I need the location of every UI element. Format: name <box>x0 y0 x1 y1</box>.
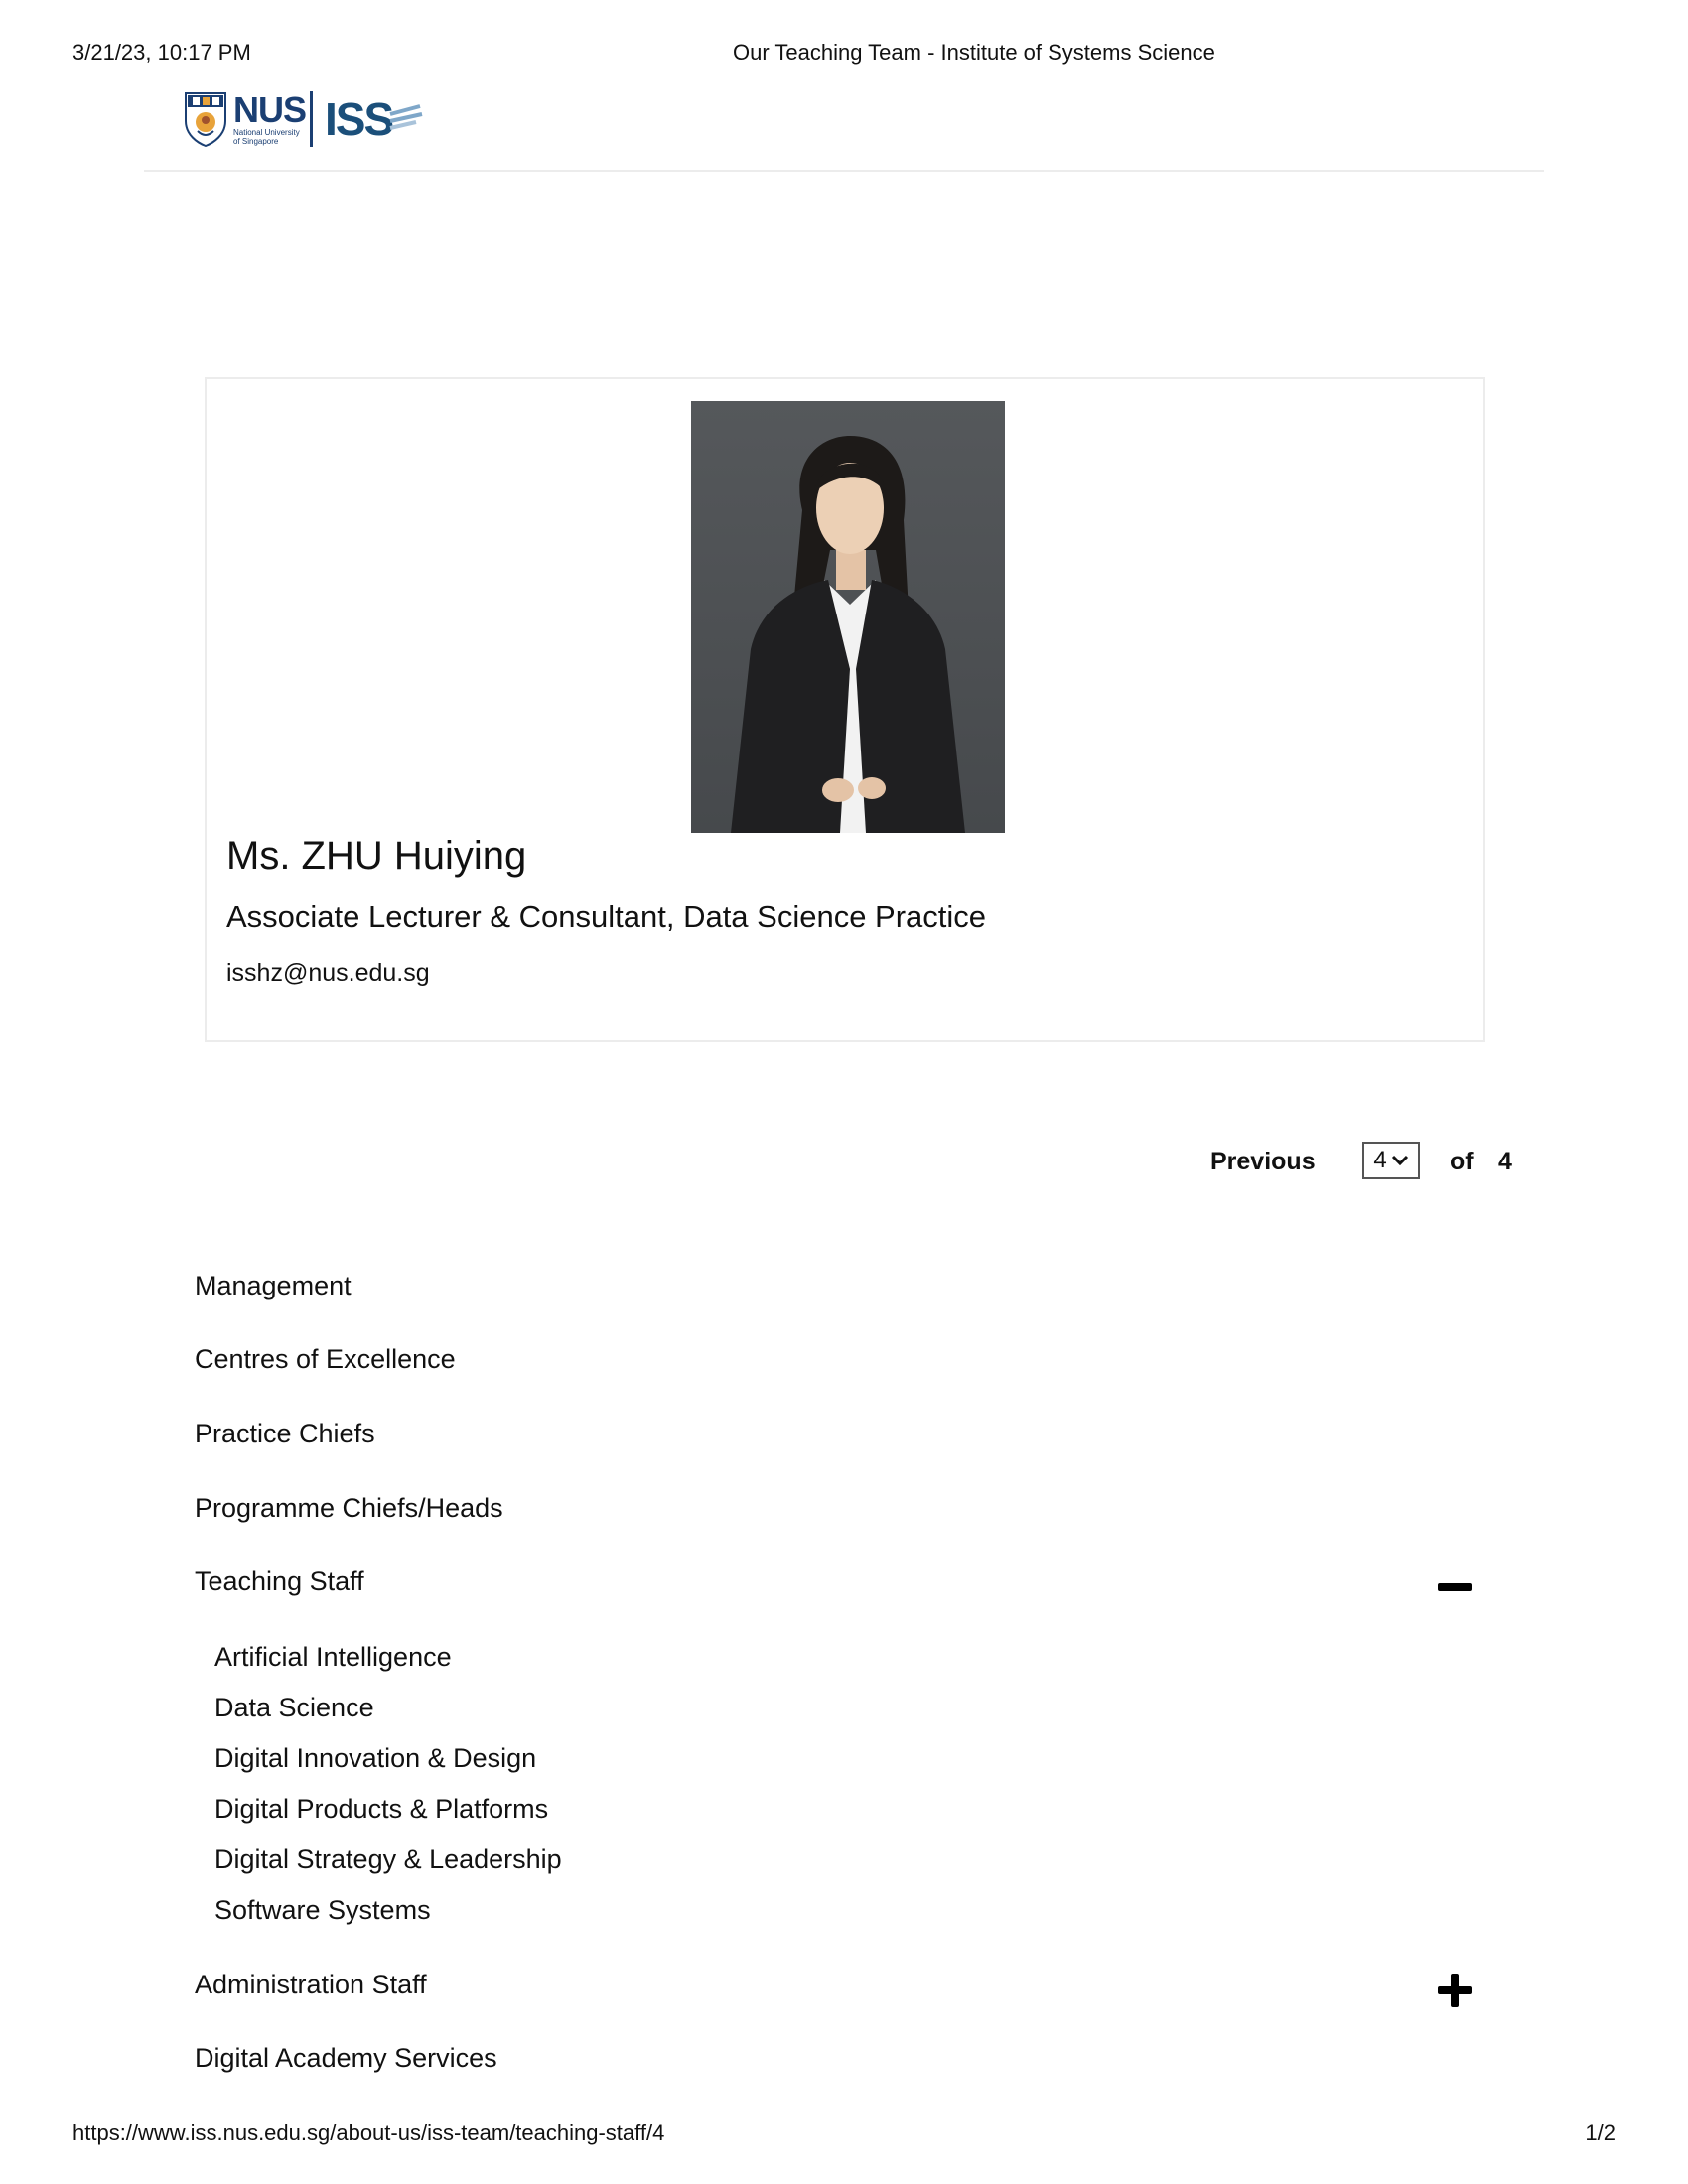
portrait-illustration <box>731 436 965 833</box>
staff-name: Ms. ZHU Huiying <box>226 834 527 878</box>
subnav-item-artificial-intelligence[interactable]: Artificial Intelligence <box>214 1642 452 1673</box>
staff-email[interactable]: isshz@nus.edu.sg <box>226 959 430 988</box>
nus-crest-icon <box>185 92 226 147</box>
chevron-down-icon <box>1391 1155 1408 1166</box>
page-select-value: 4 <box>1373 1147 1387 1173</box>
nav-item-practice-chiefs[interactable]: Practice Chiefs <box>195 1419 375 1449</box>
pagination-total-pages: 4 <box>1498 1148 1512 1175</box>
pagination-of-label: of <box>1450 1148 1474 1175</box>
subnav-item-digital-products-platforms[interactable]: Digital Products & Platforms <box>214 1794 548 1825</box>
nus-iss-logo[interactable]: NUS National University of Singapore ISS <box>184 91 424 147</box>
print-url: https://www.iss.nus.edu.sg/about-us/iss-… <box>72 2120 665 2145</box>
nav-item-management[interactable]: Management <box>195 1271 352 1301</box>
site-header: NUS National University of Singapore ISS <box>144 84 1544 172</box>
logo-divider <box>310 91 314 147</box>
print-page-title: Our Teaching Team - Institute of Systems… <box>733 40 1215 65</box>
pagination: Previous 4 of 4 <box>1132 1142 1549 1181</box>
subnav-item-digital-innovation-design[interactable]: Digital Innovation & Design <box>214 1743 536 1774</box>
nus-wordmark: NUS National University of Singapore <box>233 89 307 147</box>
iss-wordmark: ISS <box>325 93 394 145</box>
minus-icon[interactable] <box>1438 1581 1472 1593</box>
nav-item-centres-of-excellence[interactable]: Centres of Excellence <box>195 1344 456 1375</box>
nav-item-programme-chiefs-heads[interactable]: Programme Chiefs/Heads <box>195 1493 503 1524</box>
previous-page-link[interactable]: Previous <box>1210 1148 1316 1176</box>
staff-profile-card: Ms. ZHU Huiying Associate Lecturer & Con… <box>205 377 1485 1042</box>
subnav-item-data-science[interactable]: Data Science <box>214 1693 374 1723</box>
plus-icon[interactable] <box>1438 1974 1472 2007</box>
page-select[interactable]: 4 <box>1362 1142 1420 1179</box>
nav-item-administration-staff[interactable]: Administration Staff <box>195 1970 427 2000</box>
print-page-number: 1/2 <box>1585 2120 1616 2145</box>
nav-item-digital-academy-services[interactable]: Digital Academy Services <box>195 2043 497 2074</box>
staff-role: Associate Lecturer & Consultant, Data Sc… <box>226 899 987 934</box>
iss-swoosh-icon <box>389 104 423 130</box>
staff-portrait-photo <box>691 401 1005 833</box>
subnav-item-digital-strategy-leadership[interactable]: Digital Strategy & Leadership <box>214 1844 562 1875</box>
print-date: 3/21/23, 10:17 PM <box>72 40 251 65</box>
subnav-item-software-systems[interactable]: Software Systems <box>214 1895 431 1926</box>
nav-item-teaching-staff[interactable]: Teaching Staff <box>195 1567 364 1597</box>
